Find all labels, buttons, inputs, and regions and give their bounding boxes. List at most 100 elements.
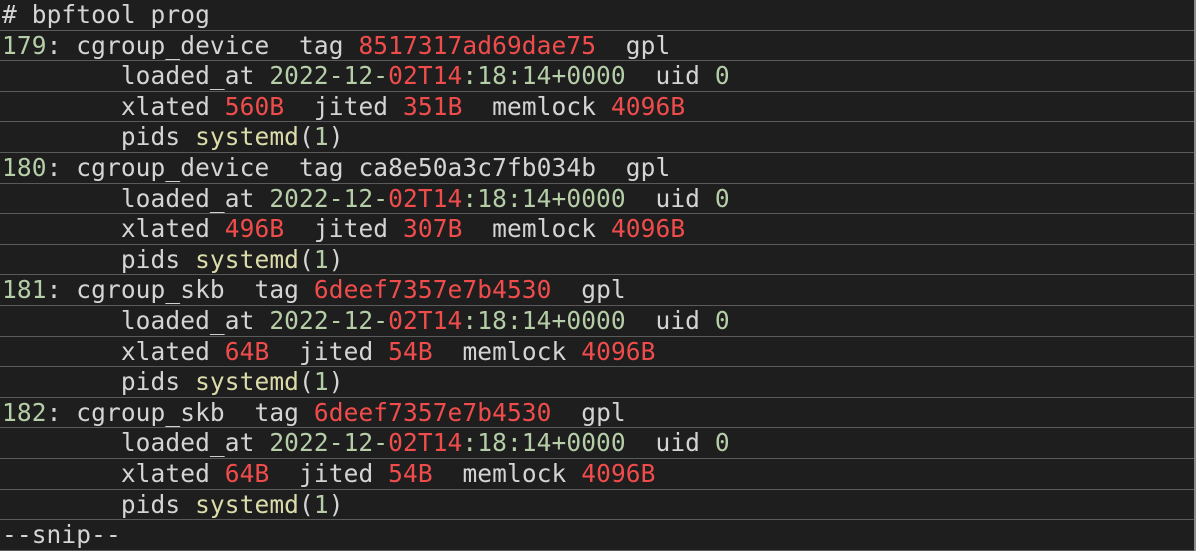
program-tag: ca8e50a3c7fb034b bbox=[358, 152, 597, 182]
jited-label: jited bbox=[313, 214, 389, 244]
jited-value: 351B bbox=[403, 91, 463, 121]
program-header: 179: cgroup_device tag 8517317ad69dae75 … bbox=[0, 31, 1194, 62]
loaded-at-day-hour: 02T14 bbox=[388, 305, 463, 335]
program-loaded-at: loaded_at 2022-12-02T14:18:14+0000 uid 0 bbox=[0, 428, 1194, 459]
xlated-label: xlated bbox=[120, 336, 210, 366]
loaded-at-rest: :18:14+0000 bbox=[462, 428, 626, 458]
program-type: cgroup_device bbox=[76, 30, 270, 60]
program-type: cgroup_skb bbox=[76, 397, 225, 427]
pid-name: systemd bbox=[195, 489, 300, 519]
pid-value: 1 bbox=[313, 489, 329, 519]
pid-name: systemd bbox=[195, 367, 300, 397]
license: gpl bbox=[625, 30, 671, 60]
loaded-at-day-hour: 02T14 bbox=[388, 61, 463, 91]
jited-value: 54B bbox=[388, 336, 433, 366]
uid-value: 0 bbox=[714, 61, 730, 91]
program-header: 182: cgroup_skb tag 6deef7357e7b4530 gpl bbox=[0, 398, 1194, 429]
loaded-at-date: 2022-12- bbox=[269, 428, 389, 458]
loaded-at-rest: :18:14+0000 bbox=[462, 305, 626, 335]
tag-label: tag bbox=[299, 152, 344, 182]
program-tag: 8517317ad69dae75 bbox=[358, 30, 597, 60]
program-id: 181 bbox=[2, 275, 47, 305]
license: gpl bbox=[625, 152, 671, 182]
program-loaded-at: loaded_at 2022-12-02T14:18:14+0000 uid 0 bbox=[0, 61, 1194, 92]
pid-value: 1 bbox=[313, 367, 329, 397]
pid-name: systemd bbox=[195, 244, 300, 274]
pid-value: 1 bbox=[313, 122, 329, 152]
jited-label: jited bbox=[299, 336, 374, 366]
program-pids: pids systemd(1) bbox=[0, 490, 1194, 521]
loaded-at-label: loaded_at bbox=[120, 61, 255, 91]
loaded-at-date: 2022-12- bbox=[269, 183, 389, 213]
program-list: 179: cgroup_device tag 8517317ad69dae75 … bbox=[0, 31, 1194, 521]
program-id: 179 bbox=[2, 30, 47, 60]
program-sizes: xlated 496B jited 307B memlock 4096B bbox=[0, 214, 1194, 245]
terminal-output: # bpftool prog 179: cgroup_device tag 85… bbox=[0, 0, 1196, 551]
tag-label: tag bbox=[254, 397, 300, 427]
tag-label: tag bbox=[299, 30, 344, 60]
loaded-at-rest: :18:14+0000 bbox=[462, 183, 626, 213]
jited-value: 307B bbox=[403, 214, 463, 244]
xlated-value: 64B bbox=[224, 336, 270, 366]
license: gpl bbox=[581, 397, 626, 427]
program-loaded-at: loaded_at 2022-12-02T14:18:14+0000 uid 0 bbox=[0, 184, 1194, 215]
command-text: bpftool prog bbox=[31, 0, 210, 29]
uid-value: 0 bbox=[714, 183, 730, 213]
snip-footer: --snip-- bbox=[0, 520, 1194, 551]
xlated-label: xlated bbox=[120, 214, 210, 244]
program-id: 182 bbox=[2, 397, 47, 427]
memlock-label: memlock bbox=[462, 336, 567, 366]
pids-label: pids bbox=[120, 367, 181, 397]
program-id: 180 bbox=[2, 152, 47, 182]
pids-label: pids bbox=[120, 122, 181, 152]
loaded-at-label: loaded_at bbox=[120, 183, 255, 213]
program-type: cgroup_device bbox=[76, 152, 270, 182]
uid-value: 0 bbox=[714, 428, 730, 458]
xlated-label: xlated bbox=[120, 91, 210, 121]
pid-name: systemd bbox=[195, 122, 300, 152]
program-pids: pids systemd(1) bbox=[0, 367, 1194, 398]
program-loaded-at: loaded_at 2022-12-02T14:18:14+0000 uid 0 bbox=[0, 306, 1194, 337]
pid-value: 1 bbox=[313, 244, 329, 274]
uid-value: 0 bbox=[714, 305, 730, 335]
memlock-value: 4096B bbox=[581, 458, 656, 488]
uid-label: uid bbox=[655, 305, 701, 335]
program-header: 181: cgroup_skb tag 6deef7357e7b4530 gpl bbox=[0, 275, 1194, 306]
program-pids: pids systemd(1) bbox=[0, 245, 1194, 276]
uid-label: uid bbox=[655, 428, 701, 458]
program-pids: pids systemd(1) bbox=[0, 122, 1194, 153]
program-type: cgroup_skb bbox=[76, 275, 225, 305]
program-tag: 6deef7357e7b4530 bbox=[313, 275, 552, 305]
pids-label: pids bbox=[120, 489, 181, 519]
license: gpl bbox=[581, 275, 626, 305]
xlated-value: 560B bbox=[224, 91, 285, 121]
xlated-value: 64B bbox=[224, 458, 270, 488]
uid-label: uid bbox=[655, 61, 701, 91]
command-line: # bpftool prog bbox=[0, 0, 1194, 31]
program-sizes: xlated 560B jited 351B memlock 4096B bbox=[0, 92, 1194, 123]
loaded-at-label: loaded_at bbox=[120, 428, 255, 458]
memlock-value: 4096B bbox=[610, 91, 686, 121]
jited-value: 54B bbox=[388, 458, 433, 488]
loaded-at-day-hour: 02T14 bbox=[388, 428, 463, 458]
pids-label: pids bbox=[120, 244, 181, 274]
loaded-at-day-hour: 02T14 bbox=[388, 183, 463, 213]
jited-label: jited bbox=[299, 458, 374, 488]
tag-label: tag bbox=[254, 275, 300, 305]
loaded-at-label: loaded_at bbox=[120, 305, 255, 335]
memlock-value: 4096B bbox=[610, 214, 686, 244]
memlock-value: 4096B bbox=[581, 336, 656, 366]
program-sizes: xlated 64B jited 54B memlock 4096B bbox=[0, 459, 1194, 490]
memlock-label: memlock bbox=[462, 458, 567, 488]
memlock-label: memlock bbox=[492, 91, 597, 121]
xlated-label: xlated bbox=[120, 458, 210, 488]
loaded-at-rest: :18:14+0000 bbox=[462, 61, 626, 91]
xlated-value: 496B bbox=[224, 214, 285, 244]
jited-label: jited bbox=[313, 91, 389, 121]
program-tag: 6deef7357e7b4530 bbox=[313, 397, 552, 427]
program-header: 180: cgroup_device tag ca8e50a3c7fb034b … bbox=[0, 153, 1194, 184]
program-sizes: xlated 64B jited 54B memlock 4096B bbox=[0, 337, 1194, 368]
memlock-label: memlock bbox=[492, 214, 597, 244]
prompt: # bbox=[2, 0, 17, 29]
loaded-at-date: 2022-12- bbox=[269, 61, 389, 91]
